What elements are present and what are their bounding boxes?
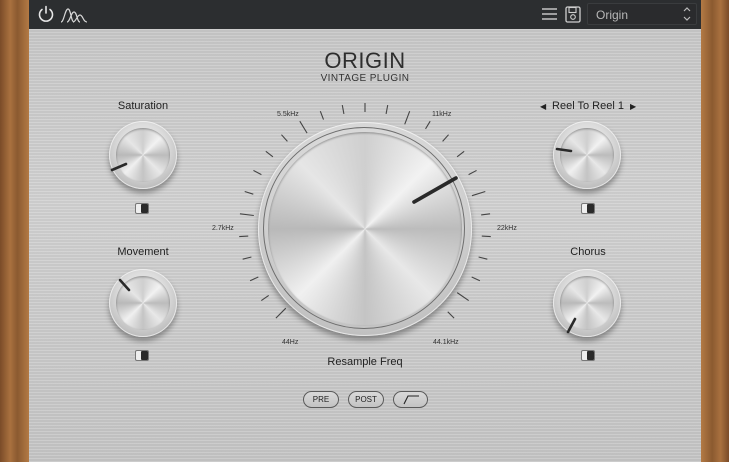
saturation-toggle[interactable]	[135, 203, 149, 214]
saturation-label: Saturation	[117, 100, 169, 112]
post-button[interactable]: POST	[348, 391, 384, 408]
tick-label-22khz: 22kHz	[497, 225, 517, 232]
tick-label-11khz: 11kHz	[432, 111, 452, 118]
plugin-title: ORIGIN	[324, 48, 406, 73]
scale-tick	[481, 235, 491, 238]
hamburger-menu-icon[interactable]	[542, 7, 557, 21]
chorus-toggle[interactable]	[581, 350, 595, 361]
tape-indicator	[555, 147, 573, 153]
movement-indicator	[118, 278, 131, 292]
saturation-knob[interactable]	[109, 121, 177, 189]
tick-label-44hz: 44Hz	[282, 339, 299, 346]
plugin-panel: ORIGIN VINTAGE PLUGIN Saturation Movemen…	[29, 29, 701, 462]
preset-name: Origin	[596, 8, 629, 22]
wood-side-right	[701, 0, 729, 462]
tick-label-5-5khz: 5.5kHz	[277, 111, 299, 118]
scale-tick	[481, 213, 491, 216]
scale-tick	[239, 235, 249, 238]
preset-selector[interactable]: Origin	[587, 3, 697, 25]
scale-tick	[341, 104, 345, 115]
tape-label: Reel To Reel 1	[552, 100, 624, 112]
tick-label-44-1khz: 44.1kHz	[433, 339, 459, 346]
scale-tick	[478, 256, 488, 260]
filter-shape-icon	[403, 395, 419, 405]
triangle-right-icon[interactable]: ▶	[630, 102, 636, 111]
resample-freq-indicator	[412, 176, 458, 204]
tick-label-2-7khz: 2.7kHz	[212, 225, 234, 232]
chorus-indicator	[566, 317, 577, 334]
tape-knob[interactable]	[553, 121, 621, 189]
waveform-logo-icon	[60, 8, 88, 23]
saturation-indicator	[110, 162, 128, 172]
scale-tick	[385, 104, 389, 115]
scale-tick	[239, 213, 254, 217]
movement-knob[interactable]	[109, 269, 177, 337]
pre-button[interactable]: PRE	[303, 391, 339, 408]
scale-tick	[471, 190, 486, 197]
chorus-knob[interactable]	[553, 269, 621, 337]
wood-side-left	[0, 0, 29, 462]
scale-tick	[471, 276, 481, 282]
up-down-chevron-icon[interactable]	[682, 5, 692, 23]
scale-tick	[242, 256, 252, 260]
scale-tick	[319, 110, 325, 120]
movement-label: Movement	[117, 246, 169, 258]
plugin-subtitle: VINTAGE PLUGIN	[320, 73, 410, 84]
triangle-left-icon[interactable]: ◀	[540, 102, 546, 111]
save-icon[interactable]	[565, 6, 581, 23]
movement-toggle[interactable]	[135, 350, 149, 361]
chorus-label: Chorus	[570, 246, 606, 258]
resample-freq-label: Resample Freq	[327, 356, 403, 368]
resample-freq-knob[interactable]	[258, 122, 472, 336]
scale-tick	[244, 190, 254, 195]
tape-toggle[interactable]	[581, 203, 595, 214]
top-toolbar: Origin	[29, 0, 701, 30]
power-icon[interactable]	[37, 5, 55, 23]
filter-button[interactable]	[393, 391, 428, 408]
